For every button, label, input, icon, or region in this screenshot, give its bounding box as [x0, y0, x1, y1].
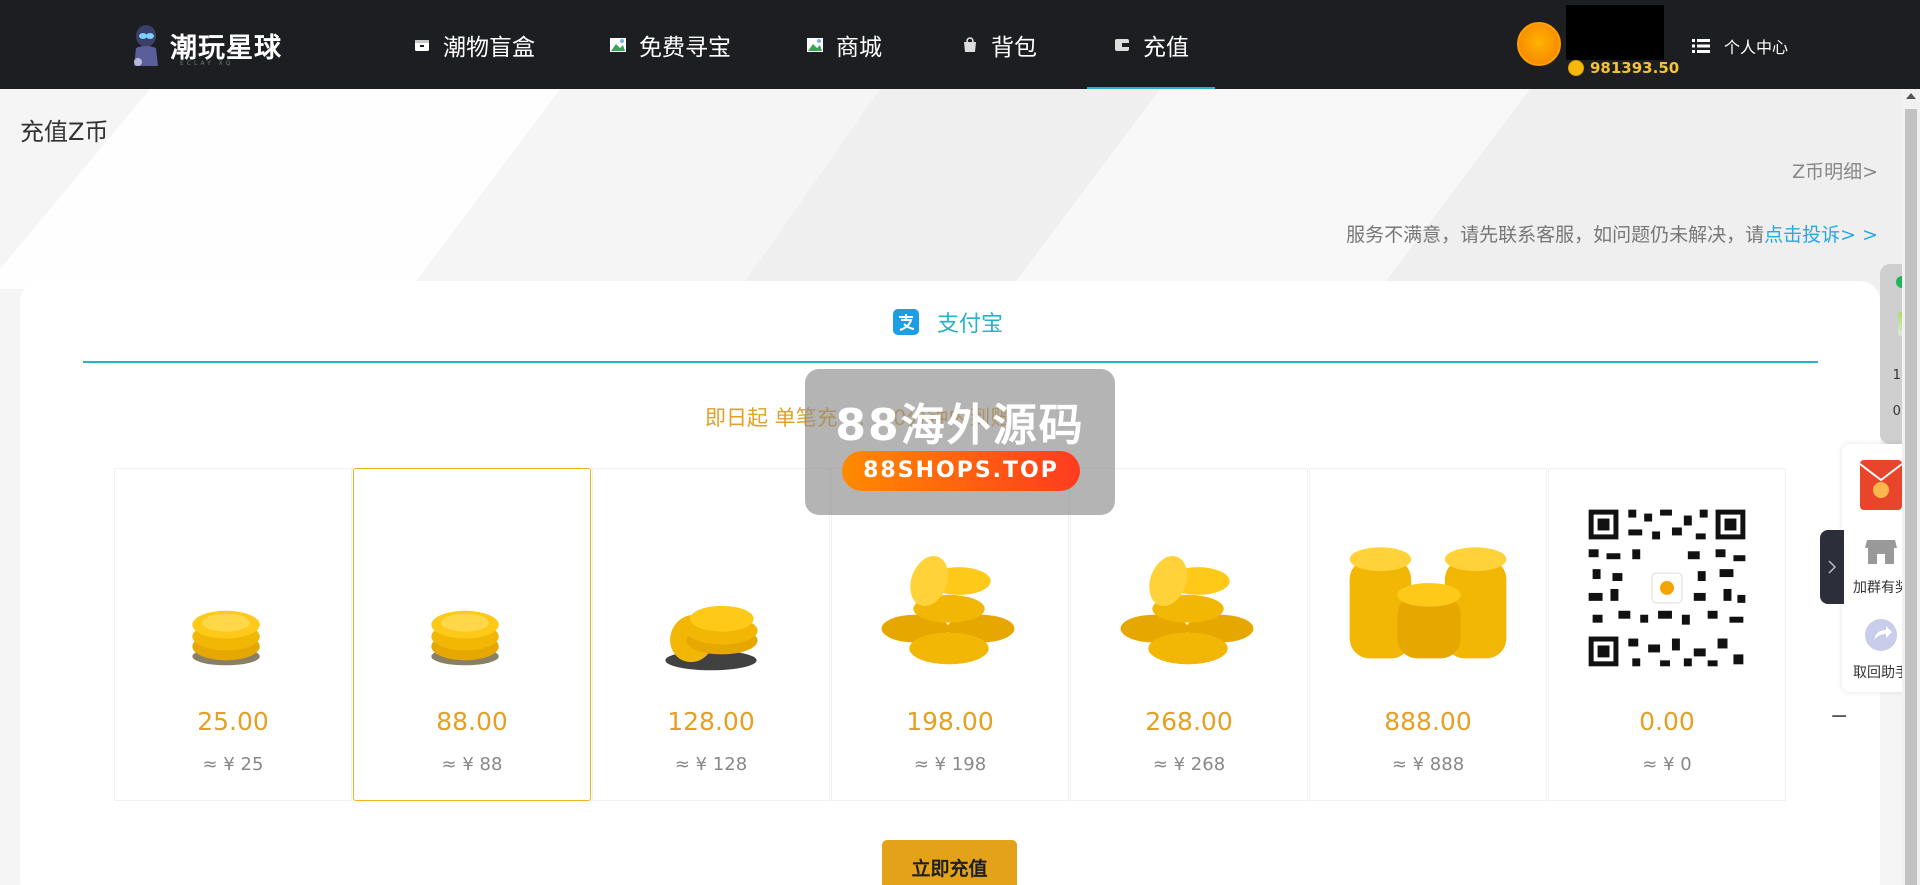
- brand-name: 潮玩星球: [170, 32, 282, 64]
- package-price: ≈ ¥ 268: [1152, 754, 1226, 775]
- zcoin-detail-link[interactable]: Z币明细>: [1792, 157, 1878, 184]
- package-amount: 25.00: [197, 707, 269, 736]
- package-price: ≈ ¥ 888: [1391, 754, 1465, 775]
- nav-blind-box[interactable]: 潮物盲盒: [413, 0, 535, 89]
- package-amount: 888.00: [1384, 707, 1472, 736]
- package-card[interactable]: 268.00 ≈ ¥ 268: [1070, 468, 1308, 801]
- nav-shop[interactable]: 商城: [806, 0, 882, 89]
- coin-pile-icon: [665, 605, 758, 671]
- store-icon: [1865, 540, 1897, 564]
- nav-backpack[interactable]: 背包: [961, 0, 1037, 89]
- broken-image-icon: [807, 37, 823, 52]
- package-amount: 88.00: [436, 707, 508, 736]
- payment-tab-alipay[interactable]: 支付宝: [893, 306, 1003, 338]
- nav-recharge[interactable]: 充值: [1087, 0, 1215, 89]
- bag-icon: [964, 36, 976, 52]
- share-arrow-icon: [1865, 619, 1897, 651]
- package-price: ≈ ¥ 128: [674, 754, 748, 775]
- tab-underline: [83, 361, 1818, 363]
- chevron-right-icon: [1828, 560, 1837, 574]
- balance-value: 981393.50: [1590, 59, 1680, 77]
- page-title: 充值Z币: [20, 118, 109, 146]
- user-center-label: 个人中心: [1724, 38, 1789, 57]
- user-center-link[interactable]: 个人中心: [1692, 34, 1788, 58]
- user-avatar[interactable]: [1517, 22, 1561, 66]
- qr-code-icon: [1586, 507, 1748, 669]
- nav-label: 背包: [991, 34, 1037, 61]
- package-card[interactable]: 25.00 ≈ ¥ 25: [114, 468, 352, 801]
- watermark-title: 88海外源码: [835, 400, 1085, 451]
- coin-stack-icon: [192, 610, 260, 666]
- coin-balance: 981393.50: [1568, 59, 1679, 77]
- package-card-selected[interactable]: 88.00 ≈ ¥ 88: [353, 468, 591, 801]
- alipay-icon: [893, 309, 919, 335]
- package-amount: 0.00: [1639, 707, 1695, 736]
- package-card[interactable]: 0.00 ≈ ¥ 0: [1548, 468, 1786, 801]
- nav-label: 充值: [1143, 34, 1189, 61]
- package-card[interactable]: 198.00 ≈ ¥ 198: [831, 468, 1069, 801]
- package-price: ≈ ¥ 198: [913, 754, 987, 775]
- broken-image-icon: [610, 37, 626, 52]
- coin-towers-icon: [1349, 547, 1507, 659]
- package-amount: 198.00: [906, 707, 994, 736]
- package-amount: 128.00: [667, 707, 755, 736]
- coin-icon: [1568, 60, 1584, 76]
- nav-treasure-hunt[interactable]: 免费寻宝: [609, 0, 731, 89]
- page-scrollbar[interactable]: [1902, 89, 1920, 885]
- brand-subtitle: ECLAY XQ: [180, 60, 234, 67]
- service-notice: 服务不满意，请先联系客服，如问题仍未解决，请点击投诉> >: [1346, 220, 1878, 247]
- coin-stack-icon: [431, 610, 499, 666]
- brand-logo[interactable]: 潮玩星球 ECLAY XQ: [128, 20, 282, 70]
- watermark-url: 88SHOPS.TOP: [842, 451, 1080, 491]
- package-card[interactable]: 888.00 ≈ ¥ 888: [1309, 468, 1547, 801]
- box-icon: [415, 39, 429, 51]
- package-price: ≈ ¥ 0: [1642, 754, 1692, 775]
- top-navbar: 潮玩星球 ECLAY XQ 潮物盲盒 免费寻宝 商城 背包 充值 981393.…: [0, 0, 1920, 89]
- watermark-overlay: 88海外源码 88SHOPS.TOP: [805, 369, 1115, 515]
- scroll-thumb[interactable]: [1905, 109, 1917, 885]
- mascot-logo-icon: [134, 25, 158, 66]
- package-price: ≈ ¥ 88: [441, 754, 503, 775]
- recharge-now-button[interactable]: 立即充值: [882, 840, 1017, 885]
- package-price: ≈ ¥ 25: [202, 754, 264, 775]
- nav-label: 商城: [836, 34, 882, 61]
- collapse-side-tab[interactable]: [1820, 530, 1844, 604]
- minus-button[interactable]: −: [1830, 704, 1848, 729]
- red-envelope-icon[interactable]: [1860, 460, 1902, 510]
- redacted-username: [1566, 5, 1664, 60]
- wallet-icon: [1115, 38, 1129, 51]
- nav-label: 潮物盲盒: [443, 34, 535, 61]
- nav-label: 免费寻宝: [639, 34, 731, 61]
- service-text: 服务不满意，请先联系客服，如问题仍未解决，请: [1346, 224, 1765, 246]
- payment-method-label: 支付宝: [937, 312, 1004, 337]
- package-amount: 268.00: [1145, 707, 1233, 736]
- package-card[interactable]: 128.00 ≈ ¥ 128: [592, 468, 830, 801]
- scroll-up-icon[interactable]: [1906, 93, 1916, 99]
- list-icon: [1692, 39, 1710, 53]
- complaint-link[interactable]: 点击投诉> >: [1764, 224, 1878, 246]
